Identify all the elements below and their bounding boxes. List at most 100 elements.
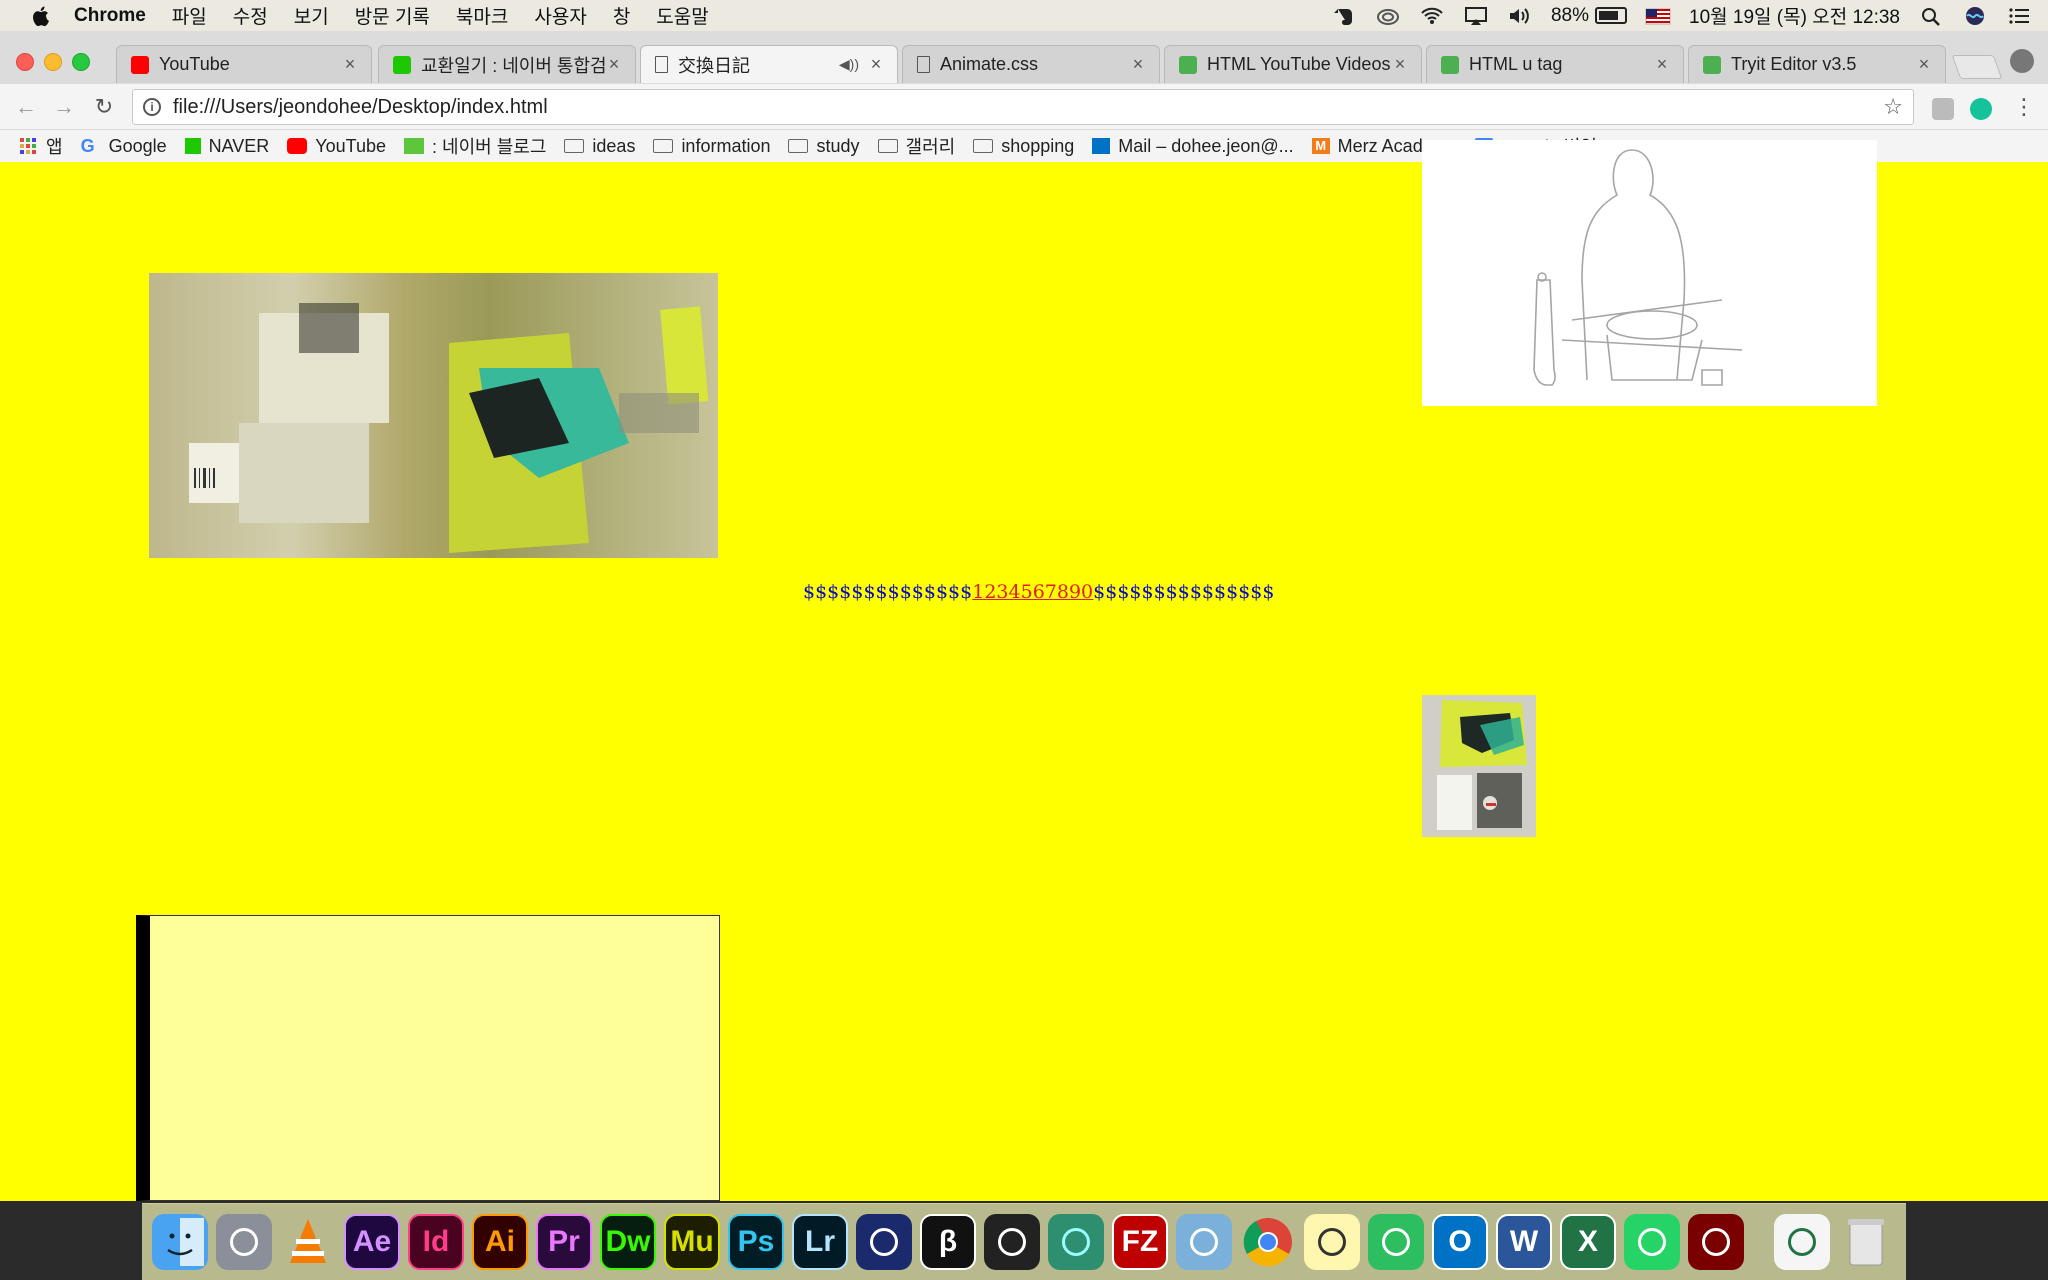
- dock-separator: [1762, 1212, 1764, 1272]
- battery-status[interactable]: 88%: [1551, 5, 1628, 27]
- volume-icon[interactable]: [1507, 6, 1533, 26]
- notes-icon[interactable]: [1304, 1214, 1360, 1270]
- audio-playing-icon[interactable]: ◀)): [839, 56, 859, 73]
- bookmark-folder-information[interactable]: information: [653, 136, 770, 157]
- vlc-icon[interactable]: [280, 1214, 336, 1270]
- tab-naver-search[interactable]: 교환일기 : 네이버 통합검색 ×: [378, 45, 636, 83]
- menu-history[interactable]: 방문 기록: [355, 2, 430, 29]
- cinema4d-icon[interactable]: [856, 1214, 912, 1270]
- extension-icon[interactable]: [1932, 98, 1954, 120]
- airplay-icon[interactable]: [1463, 6, 1489, 26]
- window-minimize-button[interactable]: [44, 53, 62, 71]
- thumbnail-photo: [1422, 695, 1536, 837]
- window-close-button[interactable]: [16, 53, 34, 71]
- muse-icon[interactable]: Mu: [664, 1214, 720, 1270]
- profile-icon[interactable]: [2010, 49, 2034, 73]
- menu-bookmarks[interactable]: 북마크: [456, 2, 508, 29]
- close-icon[interactable]: ×: [867, 54, 885, 75]
- bookmark-naver-blog[interactable]: : 네이버 블로그: [404, 133, 546, 159]
- tab-html-youtube-videos[interactable]: HTML YouTube Videos ×: [1164, 45, 1422, 83]
- reload-icon[interactable]: ↻: [90, 94, 118, 120]
- dreamweaver-icon[interactable]: Dw: [600, 1214, 656, 1270]
- close-icon[interactable]: ×: [1653, 54, 1671, 75]
- excel-document-icon[interactable]: [1774, 1214, 1830, 1270]
- bookmark-label: NAVER: [208, 135, 270, 156]
- clock[interactable]: 10월 19일 (목) 오전 12:38: [1689, 2, 1900, 29]
- tab-youtube[interactable]: YouTube ×: [116, 45, 372, 83]
- menu-file[interactable]: 파일: [172, 2, 207, 29]
- empty-text-box[interactable]: [136, 915, 720, 1201]
- whatsapp-icon[interactable]: [1624, 1214, 1680, 1270]
- premiere-icon[interactable]: Pr: [536, 1214, 592, 1270]
- document-icon: [917, 56, 930, 73]
- url-text[interactable]: file:///Users/jeondohee/Desktop/index.ht…: [173, 96, 1883, 119]
- bookmark-folder-shopping[interactable]: shopping: [973, 136, 1074, 157]
- grammarly-icon[interactable]: [1970, 98, 1992, 120]
- creative-cloud-icon[interactable]: [1375, 6, 1401, 26]
- after-effects-icon[interactable]: Ae: [344, 1214, 400, 1270]
- tab-title: HTML u tag: [1469, 54, 1563, 74]
- menu-view[interactable]: 보기: [294, 2, 329, 29]
- bookmark-label: : 네이버 블로그: [432, 137, 547, 157]
- acrobat-icon[interactable]: [1688, 1214, 1744, 1270]
- spotlight-search-icon[interactable]: [1918, 6, 1944, 26]
- tab-tryit-editor[interactable]: Tryit Editor v3.5 ×: [1688, 45, 1946, 83]
- filezilla-icon[interactable]: FZ: [1112, 1214, 1168, 1270]
- bookmark-folder-gallery[interactable]: 갤러리: [877, 133, 955, 159]
- close-icon[interactable]: ×: [1391, 54, 1409, 75]
- siri-icon[interactable]: [1962, 6, 1988, 26]
- bookmark-star-icon[interactable]: ☆: [1883, 94, 1903, 120]
- close-icon[interactable]: ×: [1915, 54, 1933, 75]
- bookmark-google[interactable]: G Google: [81, 136, 167, 157]
- menu-edit[interactable]: 수정: [233, 2, 268, 29]
- chrome-menu-icon[interactable]: ⋮: [2010, 94, 2038, 120]
- bookmark-label: shopping: [1001, 135, 1075, 156]
- illustrator-icon[interactable]: Ai: [472, 1214, 528, 1270]
- forward-icon[interactable]: →: [50, 94, 78, 120]
- indesign-icon[interactable]: Id: [408, 1214, 464, 1270]
- close-icon[interactable]: ×: [341, 54, 359, 75]
- tab-strip: YouTube × 교환일기 : 네이버 통합검색 × 交換日記 ◀)) × A…: [0, 31, 2048, 84]
- photoshop-icon[interactable]: Ps: [728, 1214, 784, 1270]
- excel-icon[interactable]: X: [1560, 1214, 1616, 1270]
- unity-icon[interactable]: [984, 1214, 1040, 1270]
- finder-icon[interactable]: [152, 1214, 208, 1270]
- bookmark-naver[interactable]: NAVER: [184, 135, 270, 157]
- menu-people[interactable]: 사용자: [534, 2, 586, 29]
- menu-help[interactable]: 도움말: [656, 2, 708, 29]
- bookmark-youtube[interactable]: YouTube: [287, 136, 386, 157]
- preview-icon[interactable]: [1176, 1214, 1232, 1270]
- menu-window[interactable]: 창: [613, 2, 630, 29]
- evernote-status-icon[interactable]: [1331, 6, 1357, 26]
- bookmark-folder-study[interactable]: study: [788, 136, 860, 157]
- bookmark-mail[interactable]: Mail – dohee.jeon@...: [1092, 136, 1294, 157]
- trash-icon[interactable]: [1838, 1214, 1894, 1270]
- w3schools-icon: [1703, 55, 1721, 74]
- lightroom-icon[interactable]: Lr: [792, 1214, 848, 1270]
- bookmark-apps[interactable]: 앱: [18, 133, 63, 159]
- info-icon[interactable]: i: [143, 98, 161, 116]
- apple-icon[interactable]: [30, 5, 50, 27]
- numbers-link[interactable]: 1234567890: [972, 581, 1093, 603]
- atom-icon[interactable]: [1048, 1214, 1104, 1270]
- chrome-icon[interactable]: [1240, 1214, 1296, 1270]
- tab-animate-css[interactable]: Animate.css ×: [902, 45, 1160, 83]
- word-icon[interactable]: W: [1496, 1214, 1552, 1270]
- close-icon[interactable]: ×: [1129, 54, 1147, 75]
- tab-exchange-diary[interactable]: 交換日記 ◀)) ×: [640, 45, 898, 83]
- launchpad-icon[interactable]: [216, 1214, 272, 1270]
- wifi-icon[interactable]: [1419, 6, 1445, 26]
- bookmark-folder-ideas[interactable]: ideas: [564, 136, 635, 157]
- app-menu-chrome[interactable]: Chrome: [74, 5, 146, 27]
- back-icon[interactable]: ←: [12, 94, 40, 120]
- close-icon[interactable]: ×: [605, 54, 623, 75]
- new-tab-button[interactable]: [1951, 55, 2003, 79]
- evernote-icon[interactable]: [1368, 1214, 1424, 1270]
- p3-icon[interactable]: β: [920, 1214, 976, 1270]
- us-flag-icon[interactable]: [1645, 6, 1671, 26]
- window-maximize-button[interactable]: [72, 53, 90, 71]
- tab-html-u-tag[interactable]: HTML u tag ×: [1426, 45, 1684, 83]
- address-bar[interactable]: i file:///Users/jeondohee/Desktop/index.…: [132, 89, 1914, 125]
- outlook-icon[interactable]: O: [1432, 1214, 1488, 1270]
- notification-center-icon[interactable]: [2006, 6, 2032, 26]
